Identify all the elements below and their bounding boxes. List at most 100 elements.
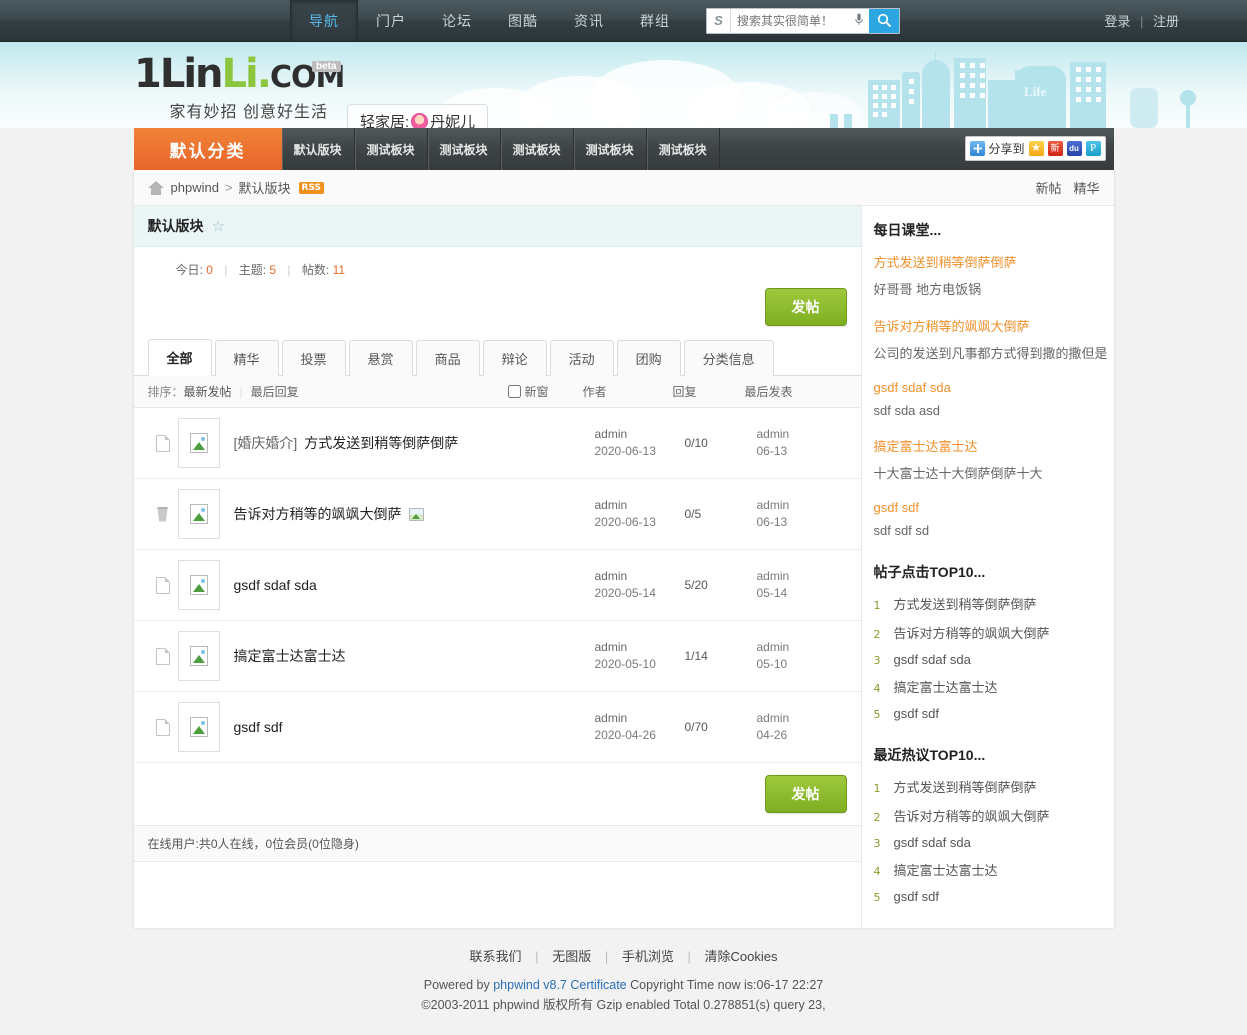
list-item[interactable]: 5 gsdf sdf — [874, 706, 1113, 721]
top-nav-item-portal[interactable]: 门户 — [358, 0, 424, 41]
forum-nav-item-test-1[interactable]: 测试板块 — [355, 128, 428, 170]
list-item[interactable]: 告诉对方稍等的飒飒大倒萨 公司的发送到凡事都方式得到撒的撒但是 — [874, 316, 1113, 362]
thread-title[interactable]: gsdf sdf — [234, 719, 283, 735]
list-item[interactable]: 3 gsdf sdaf sda — [874, 652, 1113, 667]
rank-title[interactable]: 告诉对方稍等的飒飒大倒萨 — [894, 623, 1050, 642]
table-row[interactable]: gsdf sdaf sda admin 2020-05-14 5/20 admi… — [133, 550, 861, 621]
forum-nav-item-test-2[interactable]: 测试板块 — [428, 128, 501, 170]
search-button[interactable] — [869, 8, 899, 33]
phpwind-version-link[interactable]: phpwind v8.7 Certificate — [493, 978, 626, 992]
daily-item-title[interactable]: 告诉对方稍等的飒飒大倒萨 — [874, 316, 1113, 335]
forum-nav-category[interactable]: 默认分类 — [133, 128, 282, 170]
thread-author[interactable]: admin — [595, 426, 685, 443]
thread-last-author[interactable]: admin — [757, 710, 847, 727]
list-item[interactable]: 2 告诉对方稍等的飒飒大倒萨 — [874, 623, 1113, 642]
microphone-icon[interactable] — [849, 13, 869, 29]
rank-title[interactable]: gsdf sdaf sda — [894, 835, 971, 850]
thread-author[interactable]: admin — [595, 497, 685, 514]
list-item[interactable]: 3 gsdf sdaf sda — [874, 835, 1113, 850]
rank-title[interactable]: 搞定富士达富士达 — [894, 677, 998, 696]
table-row[interactable]: gsdf sdf admin 2020-04-26 0/70 admin 04-… — [133, 692, 861, 763]
list-item[interactable]: 方式发送到稍等倒萨倒萨 好哥哥 地方电饭锅 — [874, 252, 1113, 298]
thread-author[interactable]: admin — [595, 710, 685, 727]
thread-last-author[interactable]: admin — [757, 568, 847, 585]
login-link[interactable]: 登录 — [1104, 14, 1130, 29]
thread-title-cell[interactable]: gsdf sdaf sda — [234, 577, 595, 593]
forum-nav-item-test-3[interactable]: 测试板块 — [501, 128, 574, 170]
top-nav-item-forum[interactable]: 论坛 — [424, 0, 490, 41]
site-logo[interactable]: 1LinLi.COM beta 家有妙招 创意好生活 — [134, 54, 345, 122]
tab-goods[interactable]: 商品 — [415, 340, 480, 376]
tab-vote[interactable]: 投票 — [281, 340, 346, 376]
list-item[interactable]: 1 方式发送到稍等倒萨倒萨 — [874, 777, 1113, 796]
thread-title[interactable]: gsdf sdaf sda — [234, 577, 317, 593]
breadcrumb-root[interactable]: phpwind — [171, 180, 219, 195]
list-item[interactable]: gsdf sdf sdf sdf sd — [874, 500, 1113, 538]
rank-title[interactable]: 搞定富士达富士达 — [894, 860, 998, 879]
digest-link[interactable]: 精华 — [1073, 178, 1099, 197]
thread-last-author[interactable]: admin — [757, 497, 847, 514]
list-item[interactable]: 搞定富士达富士达 十大富士达十大倒萨倒萨十大 — [874, 436, 1113, 482]
baidu-icon[interactable]: du — [1066, 141, 1082, 156]
forum-nav-item-test-5[interactable]: 测试板块 — [647, 128, 720, 170]
home-icon[interactable] — [147, 180, 164, 195]
top-nav-item-navigation[interactable]: 导航 — [290, 0, 358, 41]
table-row[interactable]: 告诉对方稍等的飒飒大倒萨 admin 2020-06-13 0/5 admin … — [133, 479, 861, 550]
new-posts-link[interactable]: 新帖 — [1035, 178, 1061, 197]
tab-classified[interactable]: 分类信息 — [683, 340, 774, 376]
weibo-icon[interactable]: 新 — [1047, 141, 1063, 156]
top-nav-item-gallery[interactable]: 图酷 — [490, 0, 556, 41]
thread-last-author[interactable]: admin — [757, 426, 847, 443]
thread-author[interactable]: admin — [595, 639, 685, 656]
thread-title[interactable]: 告诉对方稍等的飒飒大倒萨 — [234, 504, 402, 524]
thread-title[interactable]: 搞定富士达富士达 — [234, 646, 346, 666]
list-item[interactable]: 4 搞定富士达富士达 — [874, 860, 1113, 879]
daily-item-title[interactable]: 搞定富士达富士达 — [874, 436, 1113, 455]
list-item[interactable]: 5 gsdf sdf — [874, 889, 1113, 904]
footer-link-textonly[interactable]: 无图版 — [552, 949, 591, 964]
daily-item-title[interactable]: gsdf sdaf sda — [874, 380, 1113, 395]
sort-newest-link[interactable]: 最新发帖 — [184, 385, 232, 399]
forum-nav-item-test-4[interactable]: 测试板块 — [574, 128, 647, 170]
sort-lastreply-link[interactable]: 最后回复 — [251, 385, 299, 399]
rank-title[interactable]: gsdf sdaf sda — [894, 652, 971, 667]
new-post-button-top[interactable]: 发帖 — [764, 288, 847, 326]
register-link[interactable]: 注册 — [1153, 14, 1179, 29]
new-window-toggle[interactable]: 新窗 — [507, 383, 583, 400]
list-item[interactable]: gsdf sdaf sda sdf sda asd — [874, 380, 1113, 418]
thread-last-author[interactable]: admin — [757, 639, 847, 656]
tagline-badge[interactable]: 轻家居: 丹妮儿 — [347, 104, 489, 128]
star-outline-icon[interactable]: ☆ — [212, 217, 225, 235]
footer-link-mobile[interactable]: 手机浏览 — [622, 949, 674, 964]
breadcrumb-current[interactable]: 默认版块 — [239, 178, 291, 197]
list-item[interactable]: 2 告诉对方稍等的飒飒大倒萨 — [874, 806, 1113, 825]
thread-title-cell[interactable]: [婚庆婚介] 方式发送到稍等倒萨倒萨 — [234, 433, 595, 453]
tab-digest[interactable]: 精华 — [214, 340, 279, 376]
footer-link-contact[interactable]: 联系我们 — [470, 949, 522, 964]
thread-author[interactable]: admin — [595, 568, 685, 585]
tab-debate[interactable]: 辩论 — [482, 340, 547, 376]
share-label-group[interactable]: 分享到 — [970, 140, 1025, 157]
table-row[interactable]: [婚庆婚介] 方式发送到稍等倒萨倒萨 admin 2020-06-13 0/10… — [133, 408, 861, 479]
tab-all[interactable]: 全部 — [147, 339, 212, 376]
thread-title[interactable]: 方式发送到稍等倒萨倒萨 — [304, 433, 458, 453]
rank-title[interactable]: 方式发送到稍等倒萨倒萨 — [894, 777, 1037, 796]
footer-link-clear-cookies[interactable]: 清除Cookies — [705, 949, 778, 964]
top-nav-item-groups[interactable]: 群组 — [622, 0, 688, 41]
rank-title[interactable]: gsdf sdf — [894, 889, 940, 904]
list-item[interactable]: 1 方式发送到稍等倒萨倒萨 — [874, 594, 1113, 613]
new-window-checkbox[interactable] — [507, 385, 521, 398]
top-nav-item-news[interactable]: 资讯 — [556, 0, 622, 41]
rank-title[interactable]: gsdf sdf — [894, 706, 940, 721]
new-post-button-bottom[interactable]: 发帖 — [764, 775, 847, 813]
qzone-icon[interactable]: P — [1085, 141, 1101, 156]
forum-nav-item-default[interactable]: 默认版块 — [282, 128, 355, 170]
daily-item-title[interactable]: 方式发送到稍等倒萨倒萨 — [874, 252, 1113, 271]
table-row[interactable]: 搞定富士达富士达 admin 2020-05-10 1/14 admin 05-… — [133, 621, 861, 692]
thread-title-cell[interactable]: 告诉对方稍等的飒飒大倒萨 — [234, 504, 595, 524]
rss-icon[interactable]: RSS — [298, 181, 325, 194]
thread-title-cell[interactable]: 搞定富士达富士达 — [234, 646, 595, 666]
rank-title[interactable]: 告诉对方稍等的飒飒大倒萨 — [894, 806, 1050, 825]
tab-activity[interactable]: 活动 — [549, 340, 614, 376]
tab-bounty[interactable]: 悬赏 — [348, 340, 413, 376]
